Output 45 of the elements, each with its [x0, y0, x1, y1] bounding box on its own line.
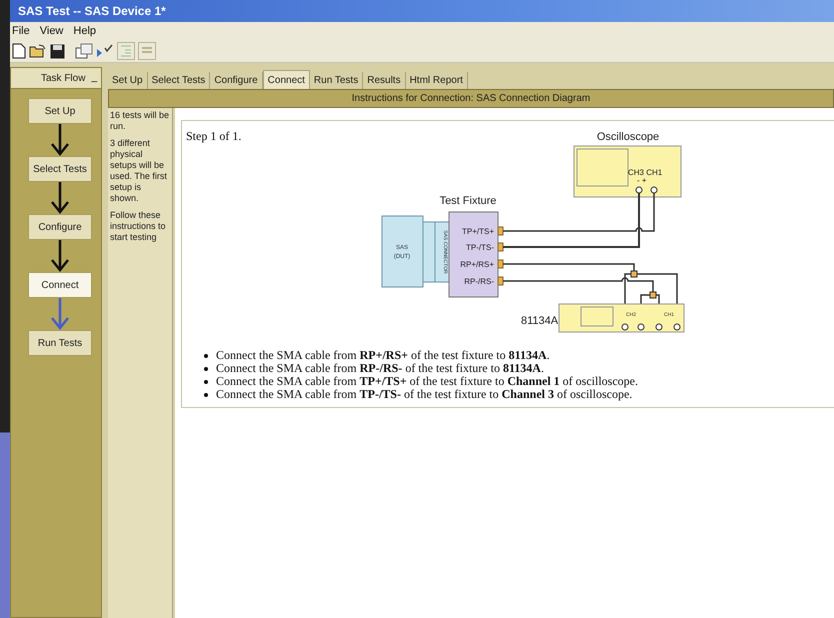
task-step-button[interactable]: Configure [28, 214, 92, 240]
port-label: RP-/RS- [464, 277, 494, 286]
port-label: TP-/TS- [466, 243, 494, 252]
sas-device-drawing [382, 216, 450, 288]
info-text: 16 tests will be run. [110, 110, 170, 132]
instruction-text: Connect the SMA cable from RP-/RS- of the test fixture to 81134A. [216, 361, 544, 376]
instruction-text: Connect the SMA cable from TP+/TS+ of the test fixture to Channel 1 of oscilloscope. [216, 374, 638, 389]
run-check-icon[interactable] [96, 43, 114, 59]
down-arrow-icon [50, 182, 70, 214]
tab[interactable]: Connect [262, 70, 310, 89]
step-label: Step 1 of 1. [186, 129, 242, 144]
port-label: RP+/RS+ [460, 260, 494, 269]
instruction-text: Connect the SMA cable from RP+/RS+ of the test fixture to 81134A. [216, 348, 550, 363]
save-icon[interactable] [50, 44, 65, 58]
header-title: Instructions for Connection: SAS Connection Diagram [352, 93, 590, 104]
menu-item[interactable]: Help [73, 25, 96, 37]
oscilloscope-label: Oscilloscope [596, 131, 660, 143]
bullet-icon [204, 354, 208, 358]
task-step-button[interactable]: Select Tests [28, 156, 92, 182]
open-folder-icon[interactable] [29, 43, 47, 59]
down-arrow-icon [50, 240, 70, 272]
generator-label: 81134A [521, 315, 558, 327]
properties-icon[interactable] [75, 43, 93, 59]
info-text: Follow these instructions to start testing [110, 210, 167, 243]
splitter-icon [650, 292, 656, 298]
instruction-text: Connect the SMA cable from TP-/TS- of the test fixture to Channel 3 of oscilloscope. [216, 387, 632, 402]
fixture-label: Test Fixture [440, 195, 496, 207]
port-label: TP+/TS+ [462, 227, 494, 236]
window-title: SAS Test -- SAS Device 1* [18, 4, 166, 18]
menu-item[interactable]: View [40, 25, 64, 37]
info-text: 3 different physical setups will be used. The first setup is shown. [110, 138, 168, 204]
new-file-icon[interactable] [12, 43, 26, 59]
task-step-button[interactable]: Run Tests [28, 330, 92, 356]
bullet-icon [204, 380, 208, 384]
down-arrow-icon [50, 298, 70, 330]
task-step-button[interactable]: Connect [28, 272, 92, 298]
panel-title: Task Flow [40, 72, 86, 84]
bullet-icon [204, 392, 208, 396]
down-arrow-icon [50, 124, 70, 156]
splitter-icon [630, 270, 638, 278]
channel-label: CH3 CH1 [628, 168, 662, 177]
task-step-button[interactable]: Set Up [28, 98, 92, 124]
menu-item[interactable]: File [12, 25, 30, 37]
polarity-label: - + [637, 176, 647, 185]
bullet-icon [204, 366, 208, 370]
